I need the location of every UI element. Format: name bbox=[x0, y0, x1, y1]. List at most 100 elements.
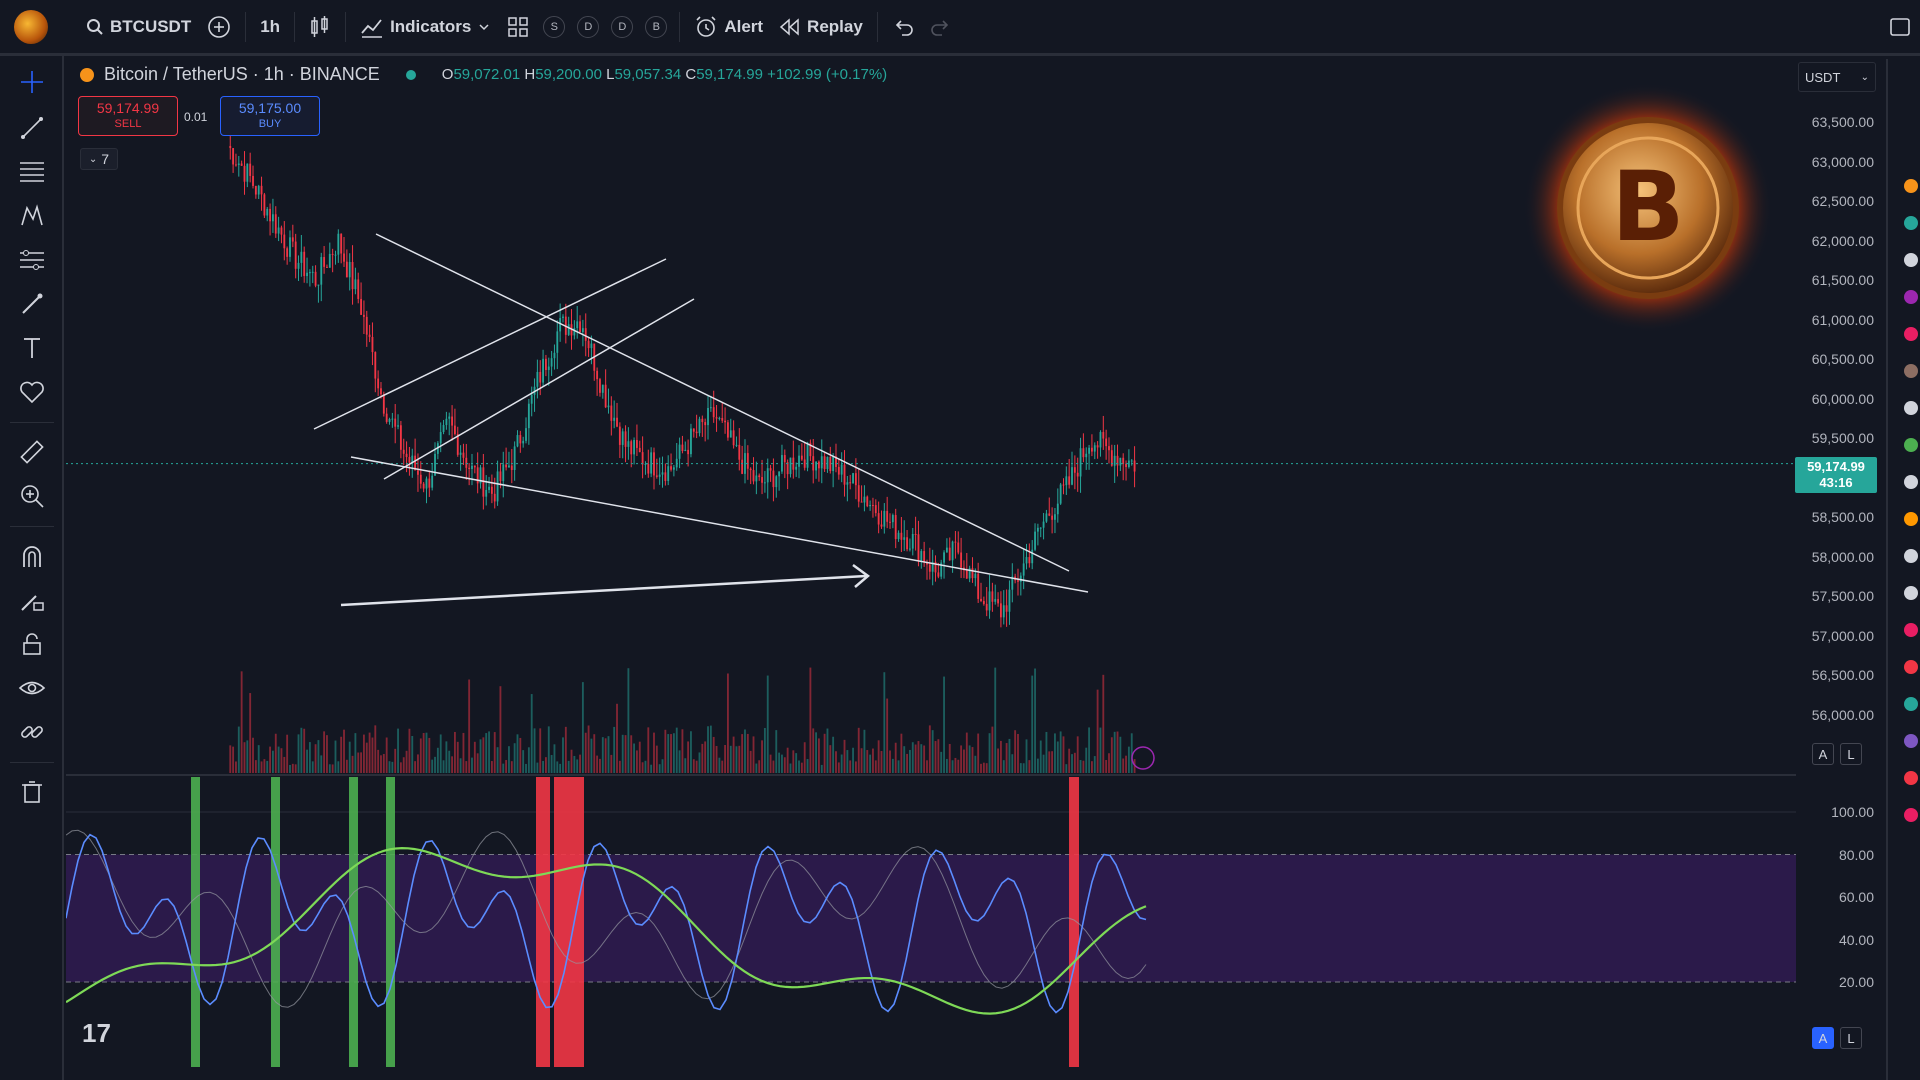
price-tick: 56,500.00 bbox=[1811, 667, 1874, 683]
sell-button[interactable]: 59,174.99 SELL bbox=[78, 96, 178, 136]
candle-body bbox=[701, 418, 704, 423]
forecast-tool[interactable] bbox=[16, 244, 48, 276]
stay-drawing-tool[interactable] bbox=[16, 584, 48, 616]
ohlc-values: O59,072.01 H59,200.00 L59,057.34 C59,174… bbox=[441, 66, 888, 83]
candle-body bbox=[1000, 603, 1002, 618]
price-tick: 60,000.00 bbox=[1811, 390, 1874, 407]
fib-tool[interactable] bbox=[16, 156, 48, 188]
ruler-tool[interactable] bbox=[16, 436, 48, 468]
volume-bar bbox=[550, 755, 553, 773]
watchlist-symbol-icon[interactable] bbox=[1904, 253, 1918, 267]
volume-bar bbox=[752, 736, 755, 773]
volume-bar bbox=[763, 727, 766, 773]
volume-bar bbox=[1071, 754, 1073, 773]
volume-bar bbox=[459, 758, 462, 773]
candle-body bbox=[741, 459, 744, 474]
candle-body bbox=[556, 331, 559, 353]
compare-button[interactable] bbox=[199, 7, 239, 47]
undo-button[interactable] bbox=[884, 7, 922, 47]
watchlist-symbol-icon[interactable] bbox=[1904, 771, 1918, 785]
volume-bar bbox=[772, 760, 775, 773]
profile-avatar[interactable] bbox=[14, 9, 48, 44]
volume-bar bbox=[581, 682, 584, 773]
bar-countdown: 43:16 bbox=[1819, 475, 1853, 490]
magnet-tool[interactable] bbox=[16, 540, 48, 572]
candle-body bbox=[752, 470, 755, 482]
layout-button-b[interactable]: B bbox=[645, 15, 668, 38]
volume-bar bbox=[411, 735, 414, 773]
watchlist-symbol-icon[interactable] bbox=[1904, 512, 1918, 526]
symbol-title[interactable]: Bitcoin / TetherUS · 1h · BINANCE bbox=[104, 64, 380, 85]
candle-body bbox=[1130, 460, 1133, 462]
price-axis[interactable]: 63,500.00 63,000.00 62,500.00 62,000.00 61,5… bbox=[1796, 59, 1886, 1080]
watchlist-symbol-icon[interactable] bbox=[1904, 660, 1918, 674]
interval-button[interactable]: 1h bbox=[252, 7, 288, 47]
link-tool[interactable] bbox=[16, 716, 48, 748]
zoom-tool[interactable] bbox=[16, 480, 48, 512]
layout-button-s[interactable]: S bbox=[543, 15, 566, 38]
alert-button[interactable]: Alert bbox=[686, 7, 771, 47]
favorites-tool[interactable] bbox=[16, 376, 48, 408]
volume-bar bbox=[280, 748, 283, 773]
redo-button[interactable] bbox=[922, 7, 960, 47]
brush-tool[interactable] bbox=[16, 288, 48, 320]
candle-body bbox=[581, 328, 584, 333]
text-tool[interactable] bbox=[16, 332, 48, 364]
top-toolbar: BTCUSDT 1h Indicators S D D B Alert Repl… bbox=[0, 0, 1920, 56]
chart-type-button[interactable] bbox=[301, 7, 339, 47]
delete-tool[interactable] bbox=[16, 776, 48, 808]
currency-select[interactable]: USDT ⌄ bbox=[1798, 62, 1876, 92]
volume-bar bbox=[326, 735, 328, 773]
sell-signal-bar bbox=[1069, 777, 1079, 1067]
volume-bar bbox=[920, 744, 923, 773]
volume-bar bbox=[525, 763, 527, 773]
volume-bar bbox=[266, 760, 269, 773]
volume-bar bbox=[852, 747, 854, 773]
auto-scale-button[interactable]: A bbox=[1812, 743, 1834, 765]
indicators-collapse-button[interactable]: ⌄ 7 bbox=[80, 148, 118, 170]
price-tick: 59,500.00 bbox=[1811, 430, 1874, 446]
volume-bar bbox=[630, 735, 633, 773]
candle-body bbox=[994, 599, 997, 602]
volume-bar bbox=[539, 728, 542, 773]
volume-bar bbox=[471, 757, 473, 773]
watchlist-symbol-icon[interactable] bbox=[1904, 327, 1918, 341]
volume-bar bbox=[246, 740, 249, 773]
buy-button[interactable]: 59,175.00 BUY bbox=[220, 96, 320, 136]
layouts-button[interactable] bbox=[499, 7, 537, 47]
watchlist-symbol-icon[interactable] bbox=[1904, 290, 1918, 304]
pattern-tool[interactable] bbox=[16, 200, 48, 232]
watchlist-symbol-icon[interactable] bbox=[1904, 623, 1918, 637]
osc-log-scale-button[interactable]: L bbox=[1840, 1027, 1862, 1049]
trendline-tool[interactable] bbox=[16, 112, 48, 144]
watchlist-symbol-icon[interactable] bbox=[1904, 734, 1918, 748]
watchlist-symbol-icon[interactable] bbox=[1904, 438, 1918, 452]
lock-tool[interactable] bbox=[16, 628, 48, 660]
layout-button-d1[interactable]: D bbox=[577, 15, 600, 38]
symbol-search[interactable]: BTCUSDT bbox=[78, 7, 199, 47]
volume-bar bbox=[695, 760, 698, 773]
volume-bar bbox=[496, 747, 499, 773]
replay-button[interactable]: Replay bbox=[771, 7, 871, 47]
indicators-button[interactable]: Indicators bbox=[352, 7, 499, 47]
search-icon bbox=[87, 18, 103, 35]
chevron-down-icon bbox=[479, 23, 489, 30]
watchlist-symbol-icon[interactable] bbox=[1904, 697, 1918, 711]
watchlist-symbol-icon[interactable] bbox=[1904, 401, 1918, 415]
fullscreen-button[interactable] bbox=[1880, 7, 1920, 47]
hide-tool[interactable] bbox=[16, 672, 48, 704]
watchlist-symbol-icon[interactable] bbox=[1904, 808, 1918, 822]
watchlist-symbol-icon[interactable] bbox=[1904, 549, 1918, 563]
watchlist-symbol-icon[interactable] bbox=[1904, 586, 1918, 600]
watchlist-symbol-icon[interactable] bbox=[1904, 364, 1918, 378]
watchlist-symbol-icon[interactable] bbox=[1904, 179, 1918, 193]
volume-bar bbox=[786, 747, 789, 773]
watchlist-symbol-icon[interactable] bbox=[1904, 216, 1918, 230]
watchlist-symbol-icon[interactable] bbox=[1904, 475, 1918, 489]
log-scale-button[interactable]: L bbox=[1840, 743, 1862, 765]
layout-button-d2[interactable]: D bbox=[611, 15, 634, 38]
osc-auto-scale-button[interactable]: A bbox=[1812, 1027, 1834, 1049]
crosshair-tool[interactable] bbox=[16, 66, 48, 98]
volume-bar bbox=[729, 745, 732, 773]
volume-bar bbox=[826, 728, 829, 773]
